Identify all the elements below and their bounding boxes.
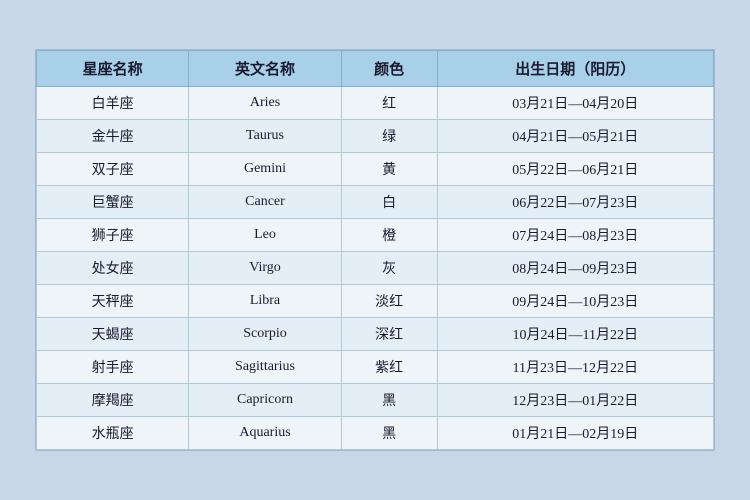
cell-color: 绿	[341, 120, 437, 153]
cell-color: 黄	[341, 153, 437, 186]
cell-dates: 06月22日—07月23日	[437, 186, 713, 219]
cell-dates: 01月21日—02月19日	[437, 417, 713, 450]
table-header-row: 星座名称 英文名称 颜色 出生日期（阳历）	[37, 51, 714, 87]
table-row: 狮子座Leo橙07月24日—08月23日	[37, 219, 714, 252]
cell-english-name: Aquarius	[189, 417, 341, 450]
cell-english-name: Libra	[189, 285, 341, 318]
zodiac-table: 星座名称 英文名称 颜色 出生日期（阳历） 白羊座Aries红03月21日—04…	[36, 50, 714, 450]
table-row: 巨蟹座Cancer白06月22日—07月23日	[37, 186, 714, 219]
cell-english-name: Cancer	[189, 186, 341, 219]
table-body: 白羊座Aries红03月21日—04月20日金牛座Taurus绿04月21日—0…	[37, 87, 714, 450]
cell-chinese-name: 摩羯座	[37, 384, 189, 417]
table-row: 射手座Sagittarius紫红11月23日—12月22日	[37, 351, 714, 384]
table-row: 白羊座Aries红03月21日—04月20日	[37, 87, 714, 120]
cell-dates: 12月23日—01月22日	[437, 384, 713, 417]
cell-chinese-name: 射手座	[37, 351, 189, 384]
table-row: 天蝎座Scorpio深红10月24日—11月22日	[37, 318, 714, 351]
cell-dates: 04月21日—05月21日	[437, 120, 713, 153]
cell-dates: 07月24日—08月23日	[437, 219, 713, 252]
cell-color: 白	[341, 186, 437, 219]
table-row: 处女座Virgo灰08月24日—09月23日	[37, 252, 714, 285]
cell-dates: 05月22日—06月21日	[437, 153, 713, 186]
cell-dates: 08月24日—09月23日	[437, 252, 713, 285]
cell-chinese-name: 水瓶座	[37, 417, 189, 450]
header-color: 颜色	[341, 51, 437, 87]
table-row: 天秤座Libra淡红09月24日—10月23日	[37, 285, 714, 318]
header-english-name: 英文名称	[189, 51, 341, 87]
cell-color: 红	[341, 87, 437, 120]
cell-english-name: Aries	[189, 87, 341, 120]
cell-english-name: Virgo	[189, 252, 341, 285]
cell-english-name: Scorpio	[189, 318, 341, 351]
cell-dates: 11月23日—12月22日	[437, 351, 713, 384]
cell-english-name: Taurus	[189, 120, 341, 153]
cell-chinese-name: 处女座	[37, 252, 189, 285]
cell-dates: 10月24日—11月22日	[437, 318, 713, 351]
table-row: 水瓶座Aquarius黑01月21日—02月19日	[37, 417, 714, 450]
cell-color: 深红	[341, 318, 437, 351]
cell-chinese-name: 狮子座	[37, 219, 189, 252]
cell-chinese-name: 金牛座	[37, 120, 189, 153]
cell-english-name: Leo	[189, 219, 341, 252]
cell-chinese-name: 天蝎座	[37, 318, 189, 351]
cell-dates: 09月24日—10月23日	[437, 285, 713, 318]
cell-english-name: Capricorn	[189, 384, 341, 417]
cell-english-name: Sagittarius	[189, 351, 341, 384]
header-dates: 出生日期（阳历）	[437, 51, 713, 87]
zodiac-table-container: 星座名称 英文名称 颜色 出生日期（阳历） 白羊座Aries红03月21日—04…	[35, 49, 715, 451]
cell-chinese-name: 白羊座	[37, 87, 189, 120]
table-row: 双子座Gemini黄05月22日—06月21日	[37, 153, 714, 186]
cell-color: 紫红	[341, 351, 437, 384]
cell-dates: 03月21日—04月20日	[437, 87, 713, 120]
cell-english-name: Gemini	[189, 153, 341, 186]
table-row: 金牛座Taurus绿04月21日—05月21日	[37, 120, 714, 153]
cell-color: 黑	[341, 417, 437, 450]
cell-chinese-name: 双子座	[37, 153, 189, 186]
cell-chinese-name: 巨蟹座	[37, 186, 189, 219]
cell-chinese-name: 天秤座	[37, 285, 189, 318]
cell-color: 黑	[341, 384, 437, 417]
cell-color: 灰	[341, 252, 437, 285]
header-chinese-name: 星座名称	[37, 51, 189, 87]
table-row: 摩羯座Capricorn黑12月23日—01月22日	[37, 384, 714, 417]
cell-color: 淡红	[341, 285, 437, 318]
cell-color: 橙	[341, 219, 437, 252]
